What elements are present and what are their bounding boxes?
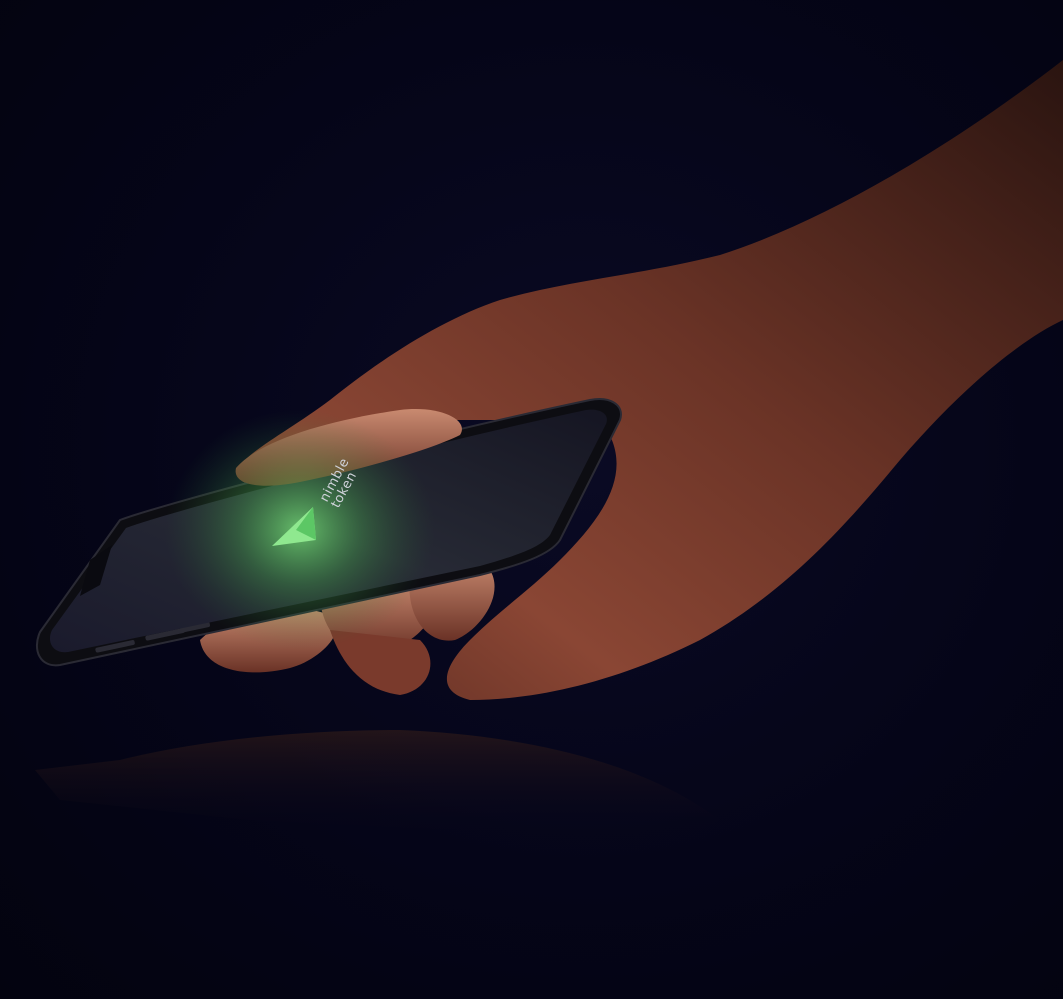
hand-holding-phone-scene: nimble token — [0, 0, 1063, 999]
floor-reflection — [35, 730, 720, 840]
scene-illustration — [35, 60, 1063, 840]
